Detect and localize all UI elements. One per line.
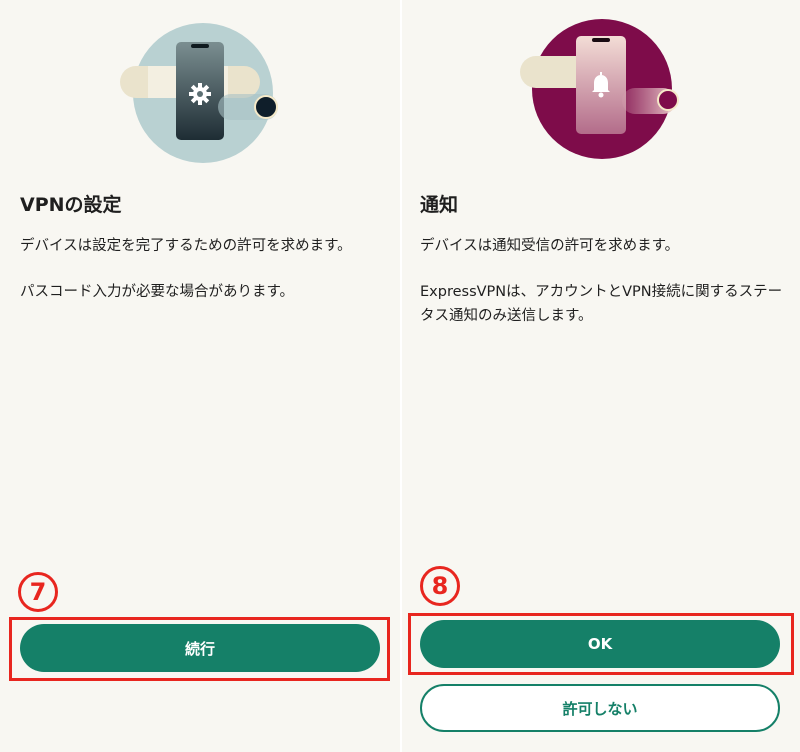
step-number-badge: 8 [420,566,460,606]
page-title: VPNの設定 [20,194,122,216]
continue-button[interactable]: 続行 [20,624,380,672]
passcode-note: パスコード入力が必要な場合があります。 [20,284,295,300]
deny-button[interactable]: 許可しない [420,684,780,732]
vpn-settings-screen: VPNの設定 デバイスは設定を完了するための許可を求めます。 パスコード入力が必… [0,0,400,752]
settings-illustration [120,23,278,163]
description-text: デバイスは設定を完了するための許可を求めます。 [20,238,352,254]
gear-icon [189,83,211,105]
description-text: デバイスは通知受信の許可を求めます。 [420,238,680,254]
notification-illustration [520,19,679,159]
step-number-badge: 7 [18,572,58,612]
ok-button[interactable]: OK [420,620,780,668]
page-title: 通知 [420,194,459,216]
notification-screen: 通知 デバイスは通知受信の許可を求めます。 ExpressVPNは、アカウントと… [402,0,800,752]
status-notification-note: ExpressVPNは、アカウントとVPN接続に関するステータス通知のみ送信しま… [420,284,783,324]
